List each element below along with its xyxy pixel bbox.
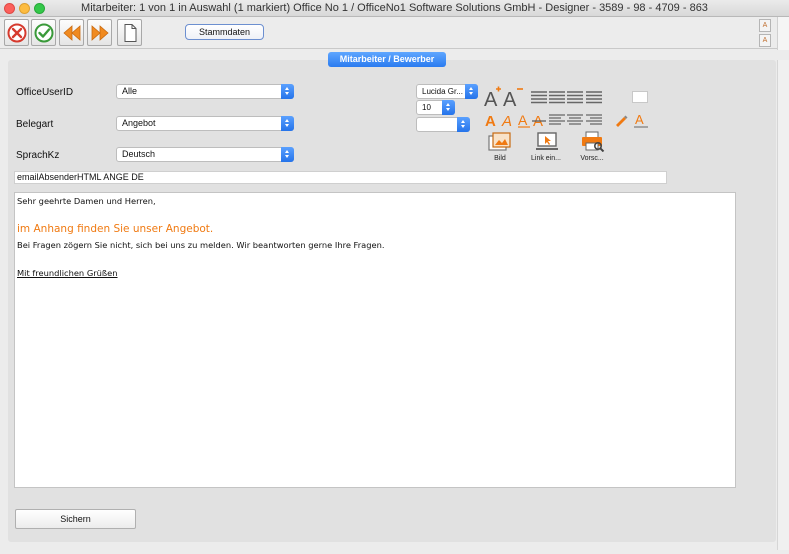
belegart-value: Angebot	[122, 118, 156, 128]
select-arrow-icon	[457, 117, 470, 132]
svg-text:A: A	[503, 89, 517, 108]
window-scrollbar[interactable]	[777, 60, 789, 550]
next-icon	[91, 25, 109, 41]
paragraph-right-icon[interactable]	[586, 114, 602, 126]
window-title: Mitarbeiter: 1 von 1 in Auswahl (1 marki…	[81, 2, 708, 14]
confirm-icon	[34, 23, 54, 43]
sprachkz-value: Deutsch	[122, 149, 156, 159]
select-arrow-icon	[281, 116, 294, 131]
text-style-select[interactable]	[416, 117, 470, 132]
italic-icon[interactable]: A	[501, 112, 517, 128]
email-body-editor[interactable]: Sehr geehrte Damen und Herren, im Anhang…	[14, 192, 736, 488]
email-greeting: Sehr geehrte Damen und Herren,	[17, 196, 156, 206]
email-body-text: Bei Fragen zögern Sie nicht, sich bei un…	[17, 240, 385, 250]
paragraph-center-icon[interactable]	[567, 114, 583, 126]
font-family-select[interactable]: Lucida Gr...	[416, 84, 478, 99]
align-center-icon[interactable]	[549, 91, 565, 105]
align-left-icon[interactable]	[531, 91, 547, 105]
bild-label: Bild	[494, 155, 506, 162]
font-size-value: 10	[422, 103, 431, 112]
align-right-icon[interactable]	[567, 91, 583, 105]
cancel-icon	[7, 23, 27, 43]
officeuserid-label: OfficeUserID	[16, 87, 74, 98]
font-decrease-icon[interactable]: A	[759, 34, 771, 47]
bold-icon[interactable]: A	[484, 112, 500, 128]
svg-text:A: A	[501, 113, 512, 128]
link-label: Link ein...	[531, 155, 561, 162]
new-document-button[interactable]	[117, 19, 142, 46]
sprachkz-label: SprachKz	[16, 150, 60, 161]
font-family-value: Lucida Gr...	[422, 87, 463, 96]
tab-mitarbeiter-bewerber[interactable]: Mitarbeiter / Bewerber	[328, 52, 446, 67]
svg-text:A: A	[518, 112, 528, 128]
select-arrow-icon	[442, 100, 455, 115]
stammdaten-button[interactable]: Stammdaten	[185, 24, 264, 40]
select-arrow-icon	[465, 84, 478, 99]
font-grow-shrink-icon[interactable]: A A	[484, 86, 526, 108]
confirm-button[interactable]	[31, 19, 56, 46]
font-increase-icon[interactable]: A	[759, 19, 771, 32]
paragraph-left-icon[interactable]	[549, 114, 565, 126]
select-arrow-icon	[281, 147, 294, 162]
email-highlight: im Anhang finden Sie unser Angebot.	[17, 223, 214, 235]
previous-button[interactable]	[59, 19, 84, 46]
svg-text:A: A	[635, 112, 644, 127]
belegart-label: Belegart	[16, 119, 54, 130]
strikethrough-icon[interactable]: A	[532, 112, 548, 128]
title-bar: Mitarbeiter: 1 von 1 in Auswahl (1 marki…	[0, 0, 789, 17]
underline-icon[interactable]: A	[517, 112, 533, 128]
officeuserid-select[interactable]: Alle	[116, 84, 294, 99]
cancel-button[interactable]	[4, 19, 29, 46]
previous-icon	[63, 25, 81, 41]
color-swatch[interactable]	[632, 91, 648, 103]
image-icon[interactable]	[488, 132, 512, 152]
pencil-icon[interactable]	[614, 113, 628, 127]
svg-text:A: A	[485, 113, 496, 128]
font-size-select[interactable]: 10	[416, 100, 455, 115]
toolbar: Stammdaten A A	[0, 17, 789, 49]
svg-text:A: A	[484, 89, 498, 108]
document-icon	[124, 24, 137, 42]
officeuserid-value: Alle	[122, 86, 138, 96]
insert-link-icon[interactable]	[536, 132, 558, 152]
email-subject-field[interactable]: emailAbsenderHTML ANGE DE	[14, 171, 667, 184]
text-color-icon[interactable]: A	[633, 112, 649, 128]
belegart-select[interactable]: Angebot	[116, 116, 294, 131]
select-arrow-icon	[281, 84, 294, 99]
preview-label: Vorsc...	[580, 155, 604, 162]
align-justify-icon[interactable]	[586, 91, 602, 105]
print-preview-icon[interactable]	[581, 131, 605, 152]
save-button[interactable]: Sichern	[15, 509, 136, 529]
email-closing: Mit freundlichen Grüßen	[17, 268, 118, 278]
next-button[interactable]	[87, 19, 112, 46]
sprachkz-select[interactable]: Deutsch	[116, 147, 294, 162]
toolbar-scrollbar[interactable]	[777, 17, 789, 50]
